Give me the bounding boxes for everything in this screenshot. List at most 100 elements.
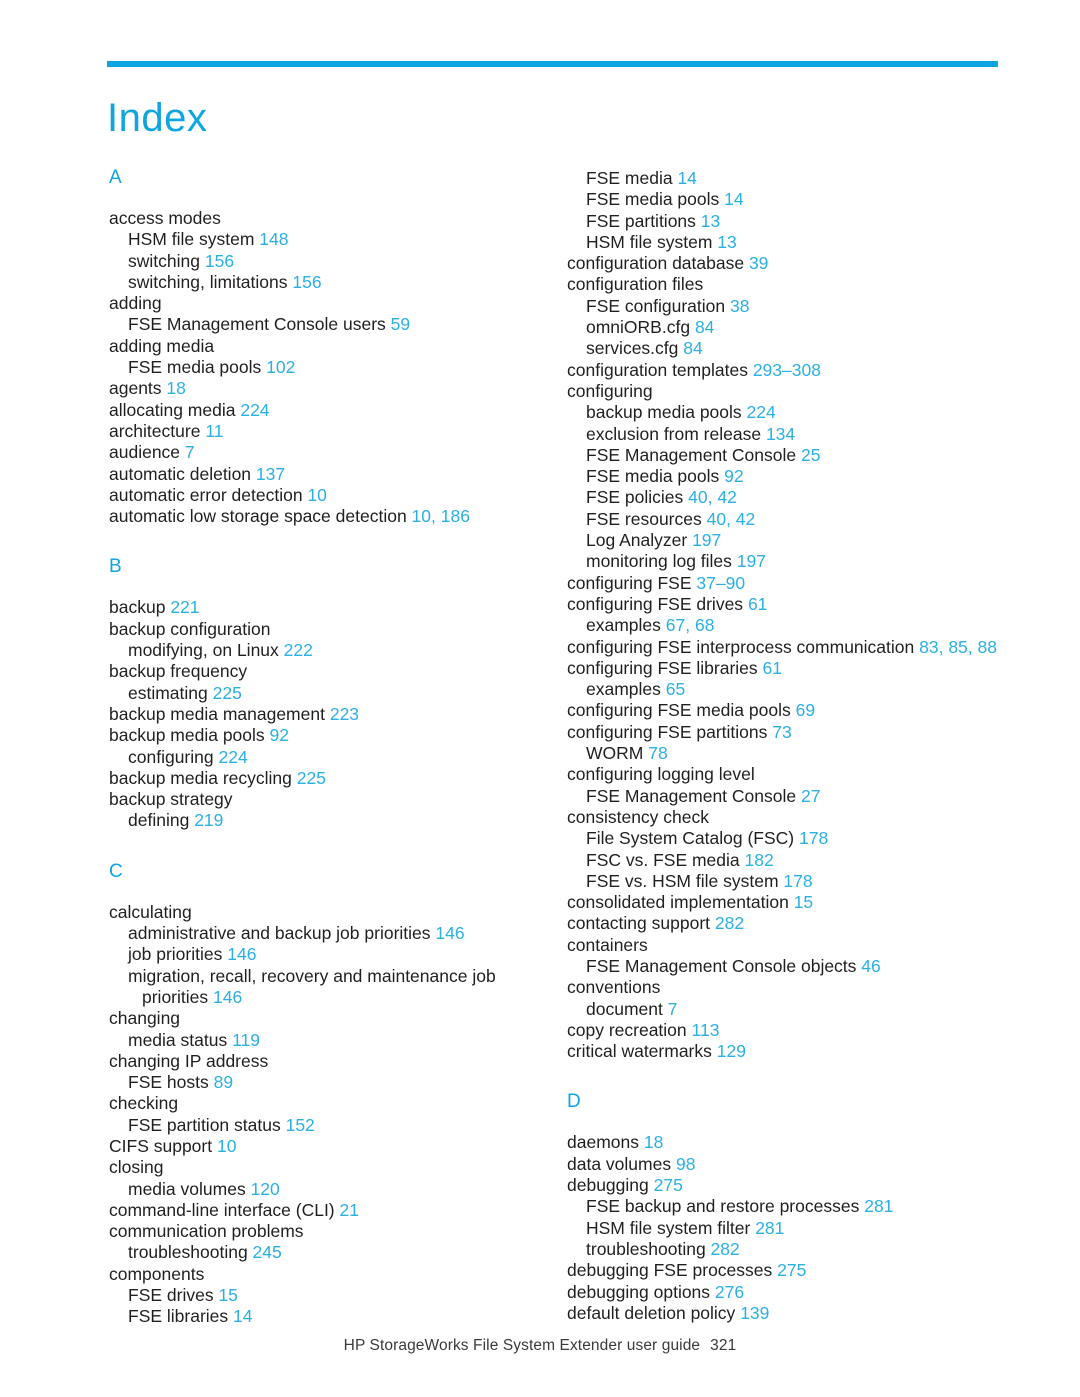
index-entry-page-number[interactable]: 129 [717,1041,746,1061]
index-entry-page-number[interactable]: 134 [766,424,795,444]
index-entry: job priorities 146 [109,944,539,965]
index-entry-page-number[interactable]: 18 [644,1132,663,1152]
index-entry-page-number[interactable]: 89 [214,1072,233,1092]
index-entry-page-number[interactable]: 84 [683,338,702,358]
index-entry-page-number[interactable]: 156 [292,272,321,292]
index-entry-label: CIFS support [109,1135,213,1156]
index-entry-page-number[interactable]: 59 [391,314,410,334]
index-entry-page-number[interactable]: 10, 186 [412,506,470,526]
index-entry-page-number[interactable]: 61 [748,594,767,614]
index-entry-page-number[interactable]: 293–308 [753,360,821,380]
index-entry-page-number[interactable]: 102 [266,357,295,377]
index-entry-page-number[interactable]: 137 [256,464,285,484]
index-entry-page-number[interactable]: 39 [749,253,768,273]
index-entry-page-number[interactable]: 78 [648,743,667,763]
index-entry-page-number[interactable]: 13 [717,232,736,252]
index-entry-page-number[interactable]: 197 [737,551,766,571]
index-entry-page-number[interactable]: 282 [715,913,744,933]
index-entry-page-number[interactable]: 67, 68 [666,615,715,635]
index-entry-page-number[interactable]: 7 [185,442,195,462]
index-entry-page-number[interactable]: 139 [740,1303,769,1323]
index-entry-page-number[interactable]: 224 [240,400,269,420]
index-entry-page-number[interactable]: 14 [677,168,696,188]
index-entry-page-number[interactable]: 15 [218,1285,237,1305]
index-entry-page-number[interactable]: 113 [692,1020,720,1040]
index-entry-page-number[interactable]: 178 [799,828,828,848]
index-entry-page-number[interactable]: 156 [205,251,234,271]
index-entry-page-number[interactable]: 61 [763,658,782,678]
index-entry-page-number[interactable]: 40, 42 [707,509,756,529]
index-entry-page-number[interactable]: 21 [340,1200,359,1220]
index-entry: backup media pools 224 [567,402,997,423]
index-entry-page-number[interactable]: 282 [711,1239,740,1259]
index-entry-page-number[interactable]: 182 [745,850,774,870]
index-entry-page-number[interactable]: 18 [166,378,185,398]
index-entry-page-number[interactable]: 197 [692,530,721,550]
index-entry: automatic error detection 10 [109,485,539,506]
index-entry-page-number[interactable]: 38 [730,296,749,316]
index-entry-label: consolidated implementation [567,892,789,913]
index-entry-label: File System Catalog (FSC) [586,828,795,849]
index-entry-page-number[interactable]: 13 [701,211,720,231]
index-entry-page-number[interactable]: 92 [724,466,743,486]
index-entry-page-number[interactable]: 245 [253,1242,282,1262]
index-entry-page-number[interactable]: 281 [864,1196,893,1216]
index-entry: configuring [567,381,997,402]
index-entry-page-number[interactable]: 73 [772,722,791,742]
index-entry-page-number[interactable]: 69 [796,700,815,720]
index-entry-page-number[interactable]: 10 [307,485,326,505]
footer-page-number: 321 [710,1337,737,1354]
index-entry-page-number[interactable]: 148 [259,229,288,249]
index-entry-page-number[interactable]: 11 [205,421,223,441]
index-entry-page-number[interactable]: 83, 85, 88 [919,637,997,657]
index-entry-page-number[interactable]: 15 [794,892,813,912]
index-entry-page-number[interactable]: 223 [330,704,359,724]
index-entry-page-number[interactable]: 146 [213,987,242,1007]
index-entry: media status 119 [109,1030,539,1051]
index-entry-page-number[interactable]: 65 [666,679,685,699]
index-entry: troubleshooting 282 [567,1239,997,1260]
index-entry-page-number[interactable]: 92 [270,725,289,745]
index-entry: backup media pools 92 [109,725,539,746]
index-entry-page-number[interactable]: 40, 42 [688,487,737,507]
index-entry-page-number[interactable]: 224 [747,402,776,422]
index-entry-page-number[interactable]: 7 [668,999,678,1019]
index-entry-label: containers [567,934,648,955]
index-entry: examples 67, 68 [567,615,997,636]
index-entry-page-number[interactable]: 225 [213,683,242,703]
index-entry-page-number[interactable]: 222 [284,640,313,660]
index-entry-page-number[interactable]: 14 [233,1306,252,1326]
index-entry-label: backup [109,597,166,618]
index-entry-page-number[interactable]: 275 [777,1260,806,1280]
index-entry-page-number[interactable]: 152 [286,1115,315,1135]
index-entry-page-number[interactable]: 98 [676,1154,695,1174]
index-entry-label: backup configuration [109,618,271,639]
index-entry-page-number[interactable]: 120 [251,1179,280,1199]
index-entry-page-number[interactable]: 276 [715,1282,744,1302]
index-entry-page-number[interactable]: 146 [435,923,464,943]
index-entry: FSE Management Console 25 [567,445,997,466]
index-entry-page-number[interactable]: 119 [232,1030,260,1050]
index-entry: configuring 224 [109,747,539,768]
index-entry-page-number[interactable]: 25 [801,445,820,465]
index-entry-page-number[interactable]: 221 [170,597,199,617]
index-entry-page-number[interactable]: 46 [861,956,880,976]
index-entry-page-number[interactable]: 219 [194,810,223,830]
index-entry: HSM file system 148 [109,229,539,250]
index-entry-label: examples [586,679,661,700]
index-entry-page-number[interactable]: 27 [801,786,820,806]
index-entry-page-number[interactable]: 146 [227,944,256,964]
index-entry-page-number[interactable]: 275 [654,1175,683,1195]
index-entry: configuration database 39 [567,253,997,274]
index-entry-page-number[interactable]: 10 [217,1136,236,1156]
index-entry-page-number[interactable]: 281 [755,1218,784,1238]
index-entry-page-number[interactable]: 178 [783,871,812,891]
index-entry-page-number[interactable]: 225 [297,768,326,788]
index-entry-label: data volumes [567,1153,672,1174]
index-entry-page-number[interactable]: 224 [219,747,248,767]
index-entry-page-number[interactable]: 14 [724,189,743,209]
index-entry-label: critical watermarks [567,1041,712,1062]
index-entry-page-number[interactable]: 37–90 [696,573,745,593]
index-entry-label: omniORB.cfg [586,317,691,338]
index-entry-page-number[interactable]: 84 [695,317,714,337]
